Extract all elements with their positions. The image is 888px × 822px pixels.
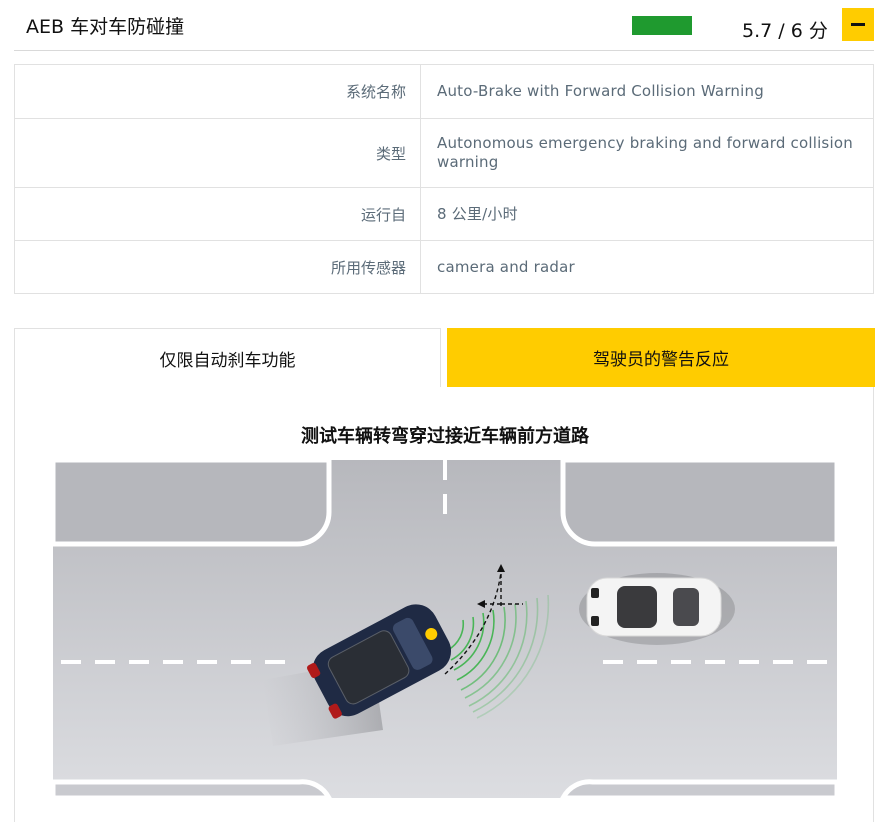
spec-table: 系统名称 Auto-Brake with Forward Collision W… — [14, 64, 874, 294]
spec-row: 所用传感器 camera and radar — [15, 240, 873, 293]
spec-label: 运行自 — [15, 188, 421, 240]
spec-label: 所用传感器 — [15, 241, 421, 293]
scenario-title: 测试车辆转弯穿过接近车辆前方道路 — [301, 426, 589, 447]
spec-row: 类型 Autonomous emergency braking and forw… — [15, 118, 873, 187]
score-bar — [632, 16, 692, 35]
spec-value: 8 公里/小时 — [437, 204, 518, 223]
test-panel: 仅限自动刹车功能 驾驶员的警告反应 测试车辆转弯穿过接近车辆前方道路 — [14, 328, 875, 822]
curb-top-left — [53, 460, 332, 547]
tab-driver-warning[interactable]: 驾驶员的警告反应 — [447, 328, 875, 387]
collapse-button[interactable] — [842, 8, 874, 41]
scenario-illustration — [53, 460, 837, 798]
minus-icon — [851, 23, 865, 26]
curb-bottom-right — [560, 779, 837, 798]
section-title: AEB 车对车防碰撞 — [26, 16, 185, 38]
spec-label: 系统名称 — [15, 65, 421, 118]
section-header: AEB 车对车防碰撞 5.7 / 6 分 — [14, 0, 874, 51]
spec-row: 系统名称 Auto-Brake with Forward Collision W… — [15, 65, 873, 118]
curb-bottom-left — [53, 779, 332, 798]
spec-row: 运行自 8 公里/小时 — [15, 187, 873, 240]
spec-value: Auto-Brake with Forward Collision Warnin… — [437, 82, 764, 100]
spec-value: camera and radar — [437, 257, 575, 276]
curb-top-right — [560, 460, 837, 547]
tab-autobrake-only[interactable]: 仅限自动刹车功能 — [15, 328, 441, 387]
spec-value: Autonomous emergency braking and forward… — [437, 134, 853, 171]
score-text: 5.7 / 6 分 — [742, 20, 828, 42]
target-car — [579, 573, 735, 645]
spec-label: 类型 — [15, 119, 421, 187]
